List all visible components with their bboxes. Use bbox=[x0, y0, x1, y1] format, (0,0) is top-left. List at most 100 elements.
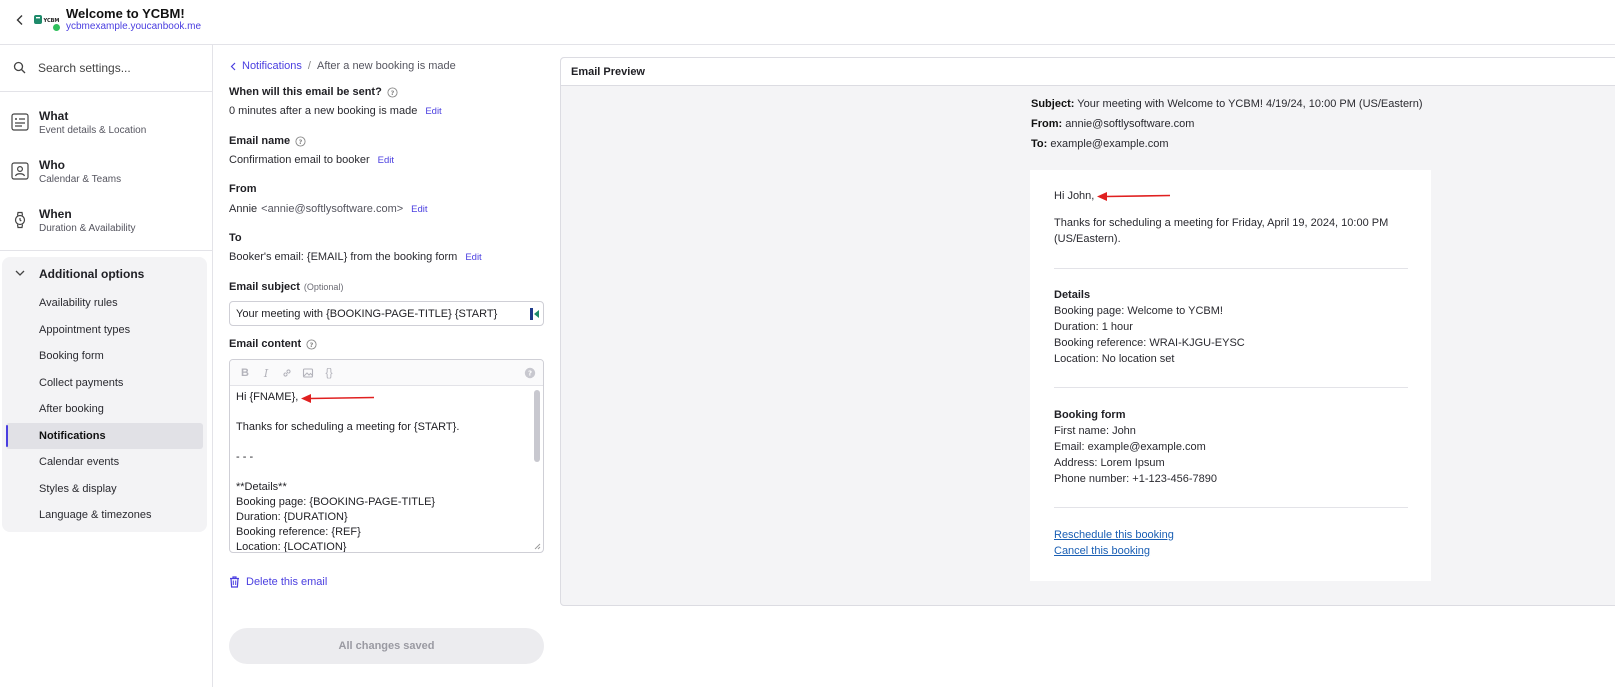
preview-subject: Subject: Your meeting with Welcome to YC… bbox=[1031, 98, 1423, 110]
editor-scrollbar[interactable] bbox=[534, 390, 540, 462]
breadcrumb-current: After a new booking is made bbox=[316, 60, 456, 72]
reschedule-booking-link[interactable]: Reschedule this booking bbox=[1054, 529, 1174, 541]
email-preview-panel: Email Preview Subject: Your meeting with… bbox=[560, 57, 1615, 606]
additional-options-toggle[interactable]: Additional options bbox=[2, 257, 207, 289]
sidebar-item-calendar-events[interactable]: Calendar events bbox=[6, 449, 203, 475]
sidebar-item-when[interactable]: When Duration & Availability bbox=[0, 197, 212, 243]
annotation-arrow-icon bbox=[1097, 192, 1171, 201]
code-braces-icon[interactable]: {} bbox=[322, 366, 336, 380]
bold-icon[interactable]: B bbox=[238, 366, 252, 380]
email-subject-field bbox=[229, 301, 544, 326]
back-arrow-icon[interactable] bbox=[10, 10, 30, 30]
editor-help-icon[interactable]: ? bbox=[523, 366, 537, 380]
form-icon bbox=[11, 113, 29, 134]
link-icon[interactable] bbox=[280, 366, 294, 380]
sidebar-item-label: Calendar events bbox=[39, 456, 120, 468]
email-preview-header: Email Preview bbox=[561, 58, 1615, 86]
help-icon[interactable]: ? bbox=[387, 86, 398, 98]
search-input[interactable] bbox=[38, 59, 203, 77]
svg-text:?: ? bbox=[299, 138, 303, 146]
email-subject-label-text: Email subject bbox=[229, 281, 300, 293]
sidebar-item-label: When bbox=[39, 207, 72, 221]
sidebar-item-who[interactable]: Who Calendar & Teams bbox=[0, 148, 212, 194]
breadcrumb-notifications-link[interactable]: Notifications bbox=[229, 60, 302, 72]
email-name-label: Email name ? bbox=[229, 135, 306, 147]
details-line: Booking page: Welcome to YCBM! bbox=[1054, 305, 1223, 317]
send-time-label-text: When will this email be sent? bbox=[229, 86, 382, 98]
to-text: Booker's email: {EMAIL} from the booking… bbox=[229, 251, 458, 263]
sidebar-item-appointment-types[interactable]: Appointment types bbox=[6, 317, 203, 343]
insert-variable-icon[interactable] bbox=[530, 308, 540, 323]
sidebar-item-label: Who bbox=[39, 158, 65, 172]
help-icon[interactable]: ? bbox=[295, 135, 306, 147]
additional-options-group: Additional options Availability rules Ap… bbox=[2, 257, 207, 532]
resize-handle-icon[interactable] bbox=[533, 542, 541, 550]
annotation-arrow-icon bbox=[301, 394, 375, 403]
image-icon[interactable] bbox=[301, 366, 315, 380]
content-line bbox=[236, 465, 526, 480]
from-key: From: bbox=[1031, 118, 1063, 130]
sidebar-item-notifications[interactable]: Notifications bbox=[6, 423, 203, 449]
settings-search bbox=[0, 45, 212, 92]
edit-send-time-link[interactable]: Edit bbox=[425, 106, 441, 117]
italic-icon[interactable]: I bbox=[259, 366, 273, 380]
sidebar-item-what[interactable]: What Event details & Location bbox=[0, 99, 212, 145]
content-line: **Details** bbox=[236, 481, 287, 493]
content-line: Booking page: {BOOKING-PAGE-TITLE} bbox=[236, 496, 436, 508]
sidebar-item-booking-form[interactable]: Booking form bbox=[6, 343, 203, 369]
sidebar-item-label: Notifications bbox=[39, 430, 106, 442]
email-name-value: Confirmation email to booker Edit bbox=[229, 154, 394, 166]
email-subject-label: Email subject (Optional) bbox=[229, 281, 343, 293]
form-line: First name: John bbox=[1054, 425, 1136, 437]
breadcrumb: Notifications / After a new booking is m… bbox=[229, 60, 456, 72]
watch-icon bbox=[11, 211, 29, 232]
preview-thanks-line: (US/Eastern). bbox=[1054, 233, 1121, 245]
content-line: Thanks for scheduling a meeting for {STA… bbox=[236, 421, 460, 433]
search-icon bbox=[13, 61, 26, 77]
svg-text:?: ? bbox=[390, 89, 394, 97]
sidebar-item-availability-rules[interactable]: Availability rules bbox=[6, 290, 203, 316]
help-icon[interactable]: ? bbox=[306, 338, 317, 350]
sidebar-item-label: Collect payments bbox=[39, 377, 124, 389]
svg-text:?: ? bbox=[310, 341, 314, 349]
sidebar-item-language-timezones[interactable]: Language & timezones bbox=[6, 502, 203, 528]
sidebar-item-after-booking[interactable]: After booking bbox=[6, 396, 203, 422]
to-value-text: example@example.com bbox=[1050, 138, 1169, 150]
details-heading: Details bbox=[1054, 289, 1091, 301]
email-content-textarea[interactable]: Hi {FNAME}, Thanks for scheduling a meet… bbox=[236, 390, 526, 552]
trash-icon bbox=[230, 576, 239, 588]
sidebar-item-collect-payments[interactable]: Collect payments bbox=[6, 370, 203, 396]
sidebar-item-label: What bbox=[39, 109, 69, 123]
form-line: Phone number: +1-123-456-7890 bbox=[1054, 473, 1217, 485]
edit-email-name-link[interactable]: Edit bbox=[378, 155, 394, 166]
edit-from-link[interactable]: Edit bbox=[411, 204, 427, 215]
content-line: Duration: {DURATION} bbox=[236, 511, 348, 523]
email-content-label-text: Email content bbox=[229, 338, 302, 350]
contact-card-icon bbox=[11, 162, 29, 183]
content-line: Booking reference: {REF} bbox=[236, 526, 361, 538]
save-changes-button[interactable]: All changes saved bbox=[229, 628, 544, 664]
sidebar-item-styles-display[interactable]: Styles & display bbox=[6, 476, 203, 502]
content-line: - - - bbox=[236, 451, 254, 463]
delete-email-button[interactable]: Delete this email bbox=[229, 576, 327, 588]
edit-to-link[interactable]: Edit bbox=[465, 252, 481, 263]
booking-page-url[interactable]: ycbmexample.youcanbook.me bbox=[66, 21, 201, 32]
content-line bbox=[236, 405, 526, 420]
divider bbox=[1054, 268, 1408, 269]
svg-text:?: ? bbox=[528, 370, 532, 378]
sidebar-item-label: Availability rules bbox=[39, 297, 118, 309]
cancel-booking-link[interactable]: Cancel this booking bbox=[1054, 545, 1150, 557]
online-status-dot bbox=[52, 23, 61, 32]
email-preview-title: Email Preview bbox=[571, 66, 645, 78]
additional-options-label: Additional options bbox=[39, 267, 145, 281]
sidebar: What Event details & Location Who Calend… bbox=[0, 45, 213, 687]
form-line: Email: example@example.com bbox=[1054, 441, 1206, 453]
email-subject-input[interactable] bbox=[236, 307, 521, 321]
sidebar-item-sublabel: Calendar & Teams bbox=[39, 174, 122, 185]
content-line: Hi {FNAME}, bbox=[236, 391, 299, 403]
sidebar-item-label: Booking form bbox=[39, 350, 104, 362]
preview-to: To: example@example.com bbox=[1031, 138, 1169, 150]
main-nav: What Event details & Location Who Calend… bbox=[0, 93, 212, 251]
form-line: Address: Lorem Ipsum bbox=[1054, 457, 1165, 469]
to-label: To bbox=[229, 232, 242, 244]
